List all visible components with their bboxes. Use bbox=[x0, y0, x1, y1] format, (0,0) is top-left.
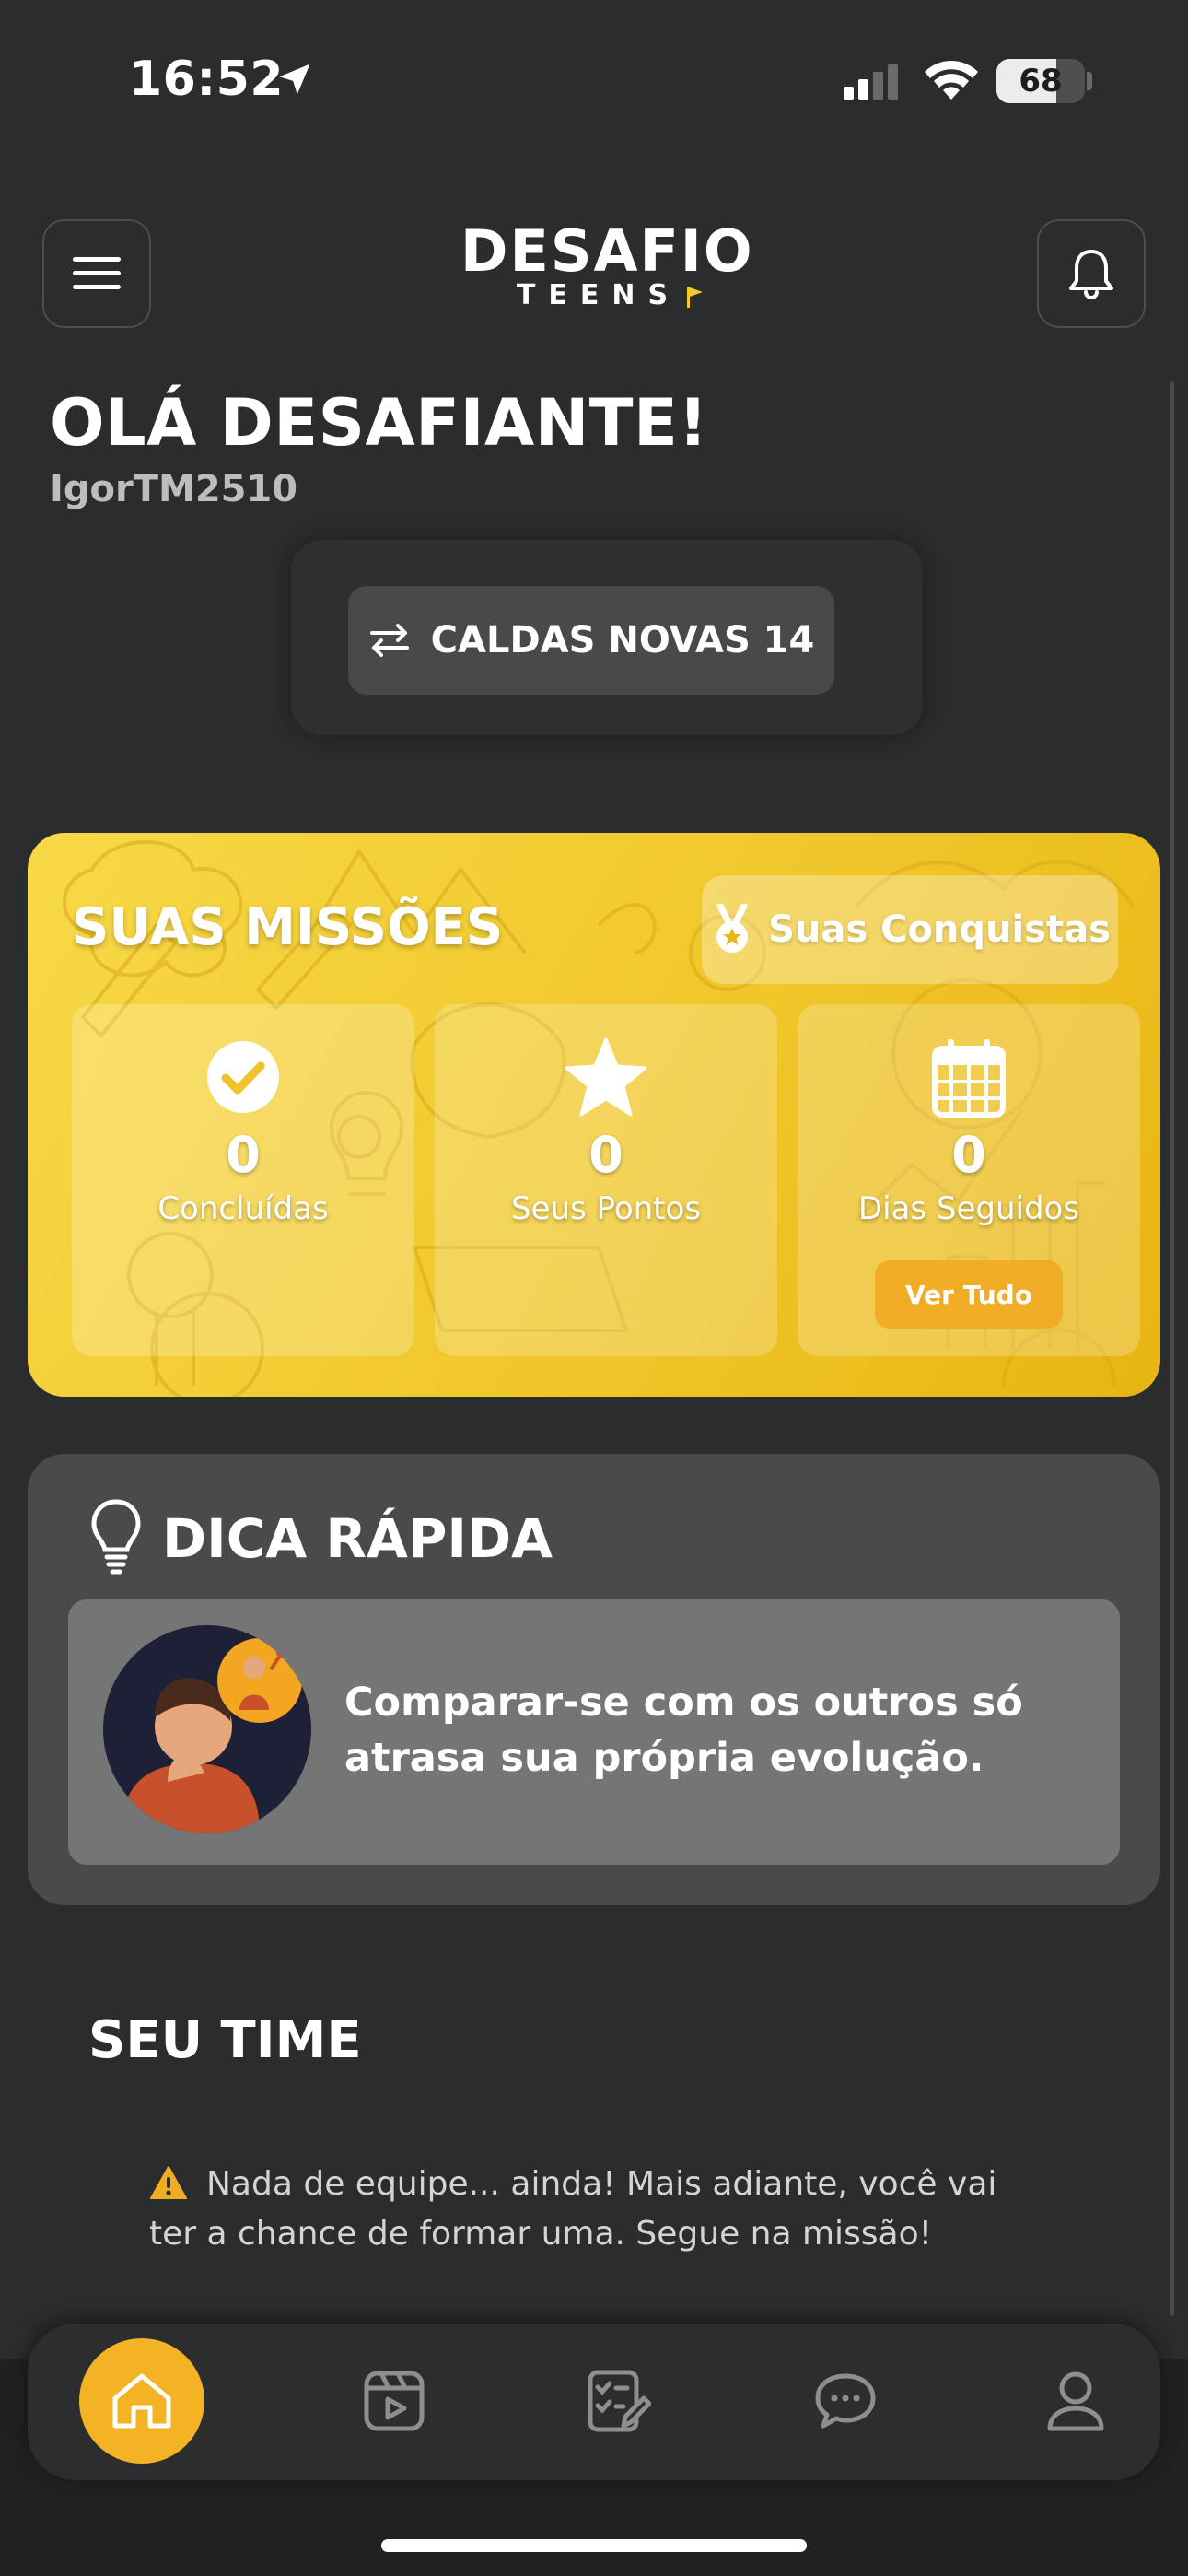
calendar-icon bbox=[932, 1039, 1006, 1118]
tasks-icon bbox=[588, 2370, 651, 2432]
achievements-button[interactable]: Suas Conquistas bbox=[702, 875, 1118, 984]
completed-count: 0 bbox=[226, 1126, 261, 1184]
quick-tip-text: Comparar-se com os outros só atrasa sua … bbox=[344, 1680, 1023, 1781]
bell-icon bbox=[1069, 250, 1113, 299]
nav-videos[interactable] bbox=[332, 2338, 457, 2464]
nav-profile[interactable] bbox=[1013, 2338, 1138, 2464]
city-label: CALDAS NOVAS 14 bbox=[430, 619, 815, 662]
profile-icon bbox=[1047, 2371, 1104, 2431]
missions-title: SUAS MISSÕES bbox=[72, 897, 504, 957]
quick-tip-card: DICA RÁPIDA Comparar-se com os outros só… bbox=[28, 1454, 1160, 1905]
location-arrow-icon bbox=[279, 64, 310, 95]
stat-card-points: 0 Seus Pontos bbox=[435, 1004, 777, 1356]
battery-percentage: 68 bbox=[1019, 63, 1063, 100]
home-indicator[interactable] bbox=[381, 2539, 807, 2552]
swap-arrows-icon bbox=[369, 624, 409, 657]
home-icon bbox=[112, 2373, 171, 2429]
streak-count: 0 bbox=[951, 1126, 986, 1184]
battery-indicator: 68 bbox=[996, 59, 1085, 103]
quick-tip-title: DICA RÁPIDA bbox=[162, 1507, 553, 1570]
video-icon bbox=[364, 2371, 425, 2431]
medal-icon bbox=[716, 904, 749, 953]
notifications-button[interactable] bbox=[1037, 219, 1146, 328]
quick-tip-body: Comparar-se com os outros só atrasa sua … bbox=[68, 1599, 1120, 1865]
city-selector-button[interactable]: CALDAS NOVAS 14 bbox=[348, 586, 834, 695]
status-bar: 16:52 68 bbox=[0, 0, 1188, 157]
cellular-signal-icon bbox=[844, 64, 898, 100]
star-icon bbox=[565, 1037, 647, 1117]
greeting-title: OLÁ DESAFIANTE! bbox=[50, 385, 708, 461]
check-circle-icon bbox=[207, 1041, 279, 1113]
missions-panel: SUAS MISSÕES Suas Conquistas 0 Concluída… bbox=[28, 833, 1160, 1397]
bottom-navigation bbox=[28, 2324, 1160, 2480]
nav-tasks[interactable] bbox=[556, 2338, 681, 2464]
completed-label: Concluídas bbox=[157, 1190, 329, 1227]
see-all-button[interactable]: Ver Tudo bbox=[875, 1260, 1063, 1329]
scrollbar[interactable] bbox=[1170, 381, 1174, 2316]
wifi-icon bbox=[925, 60, 978, 100]
chat-icon bbox=[815, 2373, 876, 2429]
team-empty-message: Nada de equipe... ainda! Mais adiante, v… bbox=[149, 2160, 1052, 2259]
team-section-title: SEU TIME bbox=[88, 2010, 362, 2070]
status-time: 16:52 bbox=[129, 52, 285, 107]
battery-tip bbox=[1087, 72, 1092, 90]
hamburger-icon bbox=[73, 257, 121, 289]
points-label: Seus Pontos bbox=[510, 1190, 702, 1227]
flag-icon bbox=[687, 287, 703, 308]
logo-main-text: DESAFIO bbox=[460, 217, 754, 285]
tip-illustration bbox=[103, 1625, 311, 1833]
username-label: IgorTM2510 bbox=[50, 468, 298, 510]
streak-label: Dias Seguidos bbox=[857, 1190, 1080, 1227]
points-count: 0 bbox=[588, 1126, 623, 1184]
menu-button[interactable] bbox=[42, 219, 151, 328]
stat-card-streak: 0 Dias Seguidos Ver Tudo bbox=[798, 1004, 1140, 1356]
lightbulb-icon bbox=[91, 1499, 141, 1575]
stat-card-completed: 0 Concluídas bbox=[72, 1004, 414, 1356]
team-empty-text: Nada de equipe... ainda! Mais adiante, v… bbox=[149, 2165, 997, 2253]
nav-chat[interactable] bbox=[783, 2338, 908, 2464]
nav-home[interactable] bbox=[79, 2338, 204, 2464]
app-logo: DESAFIO TEENS bbox=[460, 217, 754, 313]
achievements-label: Suas Conquistas bbox=[768, 908, 1111, 951]
